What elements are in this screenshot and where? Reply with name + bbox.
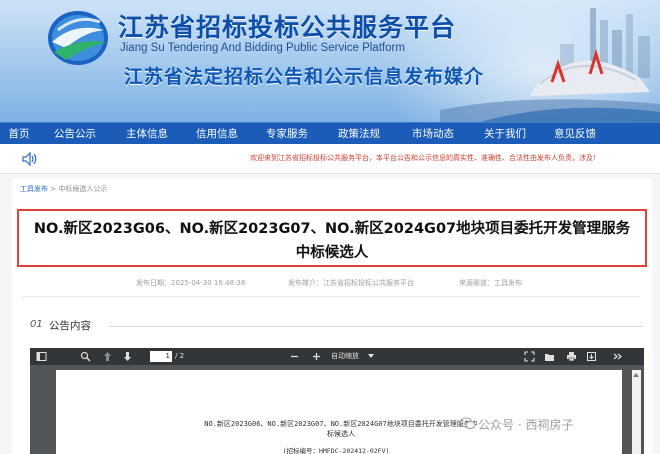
site-title: 江苏省招标投标公共服务平台 xyxy=(118,13,457,42)
page-title-line1: NO.新区2023G06、NO.新区2023G07、NO.新区2024G07地块… xyxy=(33,221,631,237)
breadcrumb-root[interactable]: 工具发布 xyxy=(20,185,48,193)
site-banner: 江苏省招标投标公共服务平台 Jiang Su Tendering And Bid… xyxy=(0,0,660,122)
publish-platform: 发布媒介：江苏省招标投标公共服务平台 xyxy=(288,278,414,288)
publish-date-value: 2025-04-30 16:48:38 xyxy=(171,279,246,287)
pdf-page[interactable]: NO.新区2023G06、NO.新区2023G07、NO.新区2024G07地块… xyxy=(56,370,622,454)
pdf-toolbar: 1 / 2 自动缩放 xyxy=(30,348,644,365)
pdf-scrollbar[interactable] xyxy=(632,370,641,454)
speaker-icon xyxy=(22,152,37,166)
pdf-tender-code: (招标编号：HMFDC-202412-02FV) xyxy=(282,447,390,454)
publish-source: 来源渠道：工具发布 xyxy=(459,278,522,288)
content-card: 工具发布 > 中标候选人公示 NO.新区2023G06、NO.新区2023G07… xyxy=(12,178,652,454)
page: 江苏省招标投标公共服务平台 Jiang Su Tendering And Bid… xyxy=(0,0,660,454)
publish-source-value: 工具发布 xyxy=(494,279,522,287)
site-subtitle: Jiang Su Tendering And Bidding Public Se… xyxy=(120,42,405,54)
nav-item-home[interactable]: 首页 xyxy=(0,123,38,145)
zoom-in-icon[interactable] xyxy=(311,351,322,362)
publish-platform-label: 发布媒介： xyxy=(288,279,323,287)
page-total: / 2 xyxy=(175,352,185,360)
nav-item-entity-info[interactable]: 主体信息 xyxy=(112,123,182,145)
main-nav: 首页 公告公示 主体信息 信用信息 专家服务 政策法规 市场动态 关于我们 意见… xyxy=(0,122,660,144)
nav-item-expert-service[interactable]: 专家服务 xyxy=(252,123,322,145)
pdf-title-line2: 标候选人 xyxy=(327,430,355,438)
page-title: NO.新区2023G06、NO.新区2023G07、NO.新区2024G07地块… xyxy=(19,217,645,265)
fullscreen-icon[interactable] xyxy=(524,351,535,362)
nav-item-about-us[interactable]: 关于我们 xyxy=(470,123,540,145)
publish-source-label: 来源渠道： xyxy=(459,279,494,287)
platform-logo-icon[interactable] xyxy=(44,8,112,68)
notice-bar: 欢迎来到江苏省招标投标公共服务平台，本平台公告和公示信息的真实性、准确性、合法性… xyxy=(0,144,660,174)
next-page-icon[interactable] xyxy=(122,351,133,362)
city-skyline-illustration xyxy=(440,8,660,122)
find-search-icon[interactable] xyxy=(80,351,91,362)
nav-item-market-news[interactable]: 市场动态 xyxy=(396,123,470,145)
page-number-input[interactable]: 1 xyxy=(150,351,172,362)
breadcrumb: 工具发布 > 中标候选人公示 xyxy=(20,184,107,194)
publish-date: 发布日期：2025-04-30 16:48:38 xyxy=(136,278,245,288)
zoom-select[interactable]: 自动缩放 xyxy=(331,351,359,362)
nav-item-feedback[interactable]: 意见反馈 xyxy=(540,123,610,145)
watermark-text: 公众号 · 西祠房子 xyxy=(478,418,574,432)
more-tools-icon[interactable] xyxy=(612,351,623,362)
pdf-viewer: 1 / 2 自动缩放 NO.新区2023G06、NO.新区2023G07、NO.… xyxy=(30,348,644,454)
nav-item-announcements[interactable]: 公告公示 xyxy=(38,123,112,145)
site-slogan: 江苏省法定招标公告和公示信息发布媒介 xyxy=(124,66,485,88)
zoom-chevron-down-icon[interactable] xyxy=(368,354,374,358)
nav-item-policy[interactable]: 政策法规 xyxy=(322,123,396,145)
breadcrumb-separator: > xyxy=(48,185,59,193)
highlighted-title-box: NO.新区2023G06、NO.新区2023G07、NO.新区2024G07地块… xyxy=(17,209,647,267)
print-icon[interactable] xyxy=(566,351,577,362)
notice-text: 欢迎来到江苏省招标投标公共服务平台，本平台公告和公示信息的真实性、准确性、合法性… xyxy=(250,154,596,162)
scroll-up-arrow-icon[interactable] xyxy=(633,373,639,377)
pdf-title-line1: NO.新区2023G06、NO.新区2023G07、NO.新区2024G07地块… xyxy=(204,420,478,428)
section-title: 公告内容 xyxy=(49,320,91,332)
pdf-document-title: NO.新区2023G06、NO.新区2023G07、NO.新区2024G07地块… xyxy=(176,419,506,439)
section-number: 01 xyxy=(30,319,43,330)
nav-item-credit-info[interactable]: 信用信息 xyxy=(182,123,252,145)
open-file-icon[interactable] xyxy=(544,351,555,362)
wechat-watermark-icon xyxy=(460,417,476,430)
meta-divider xyxy=(22,296,640,297)
publish-platform-value: 江苏省招标投标公共服务平台 xyxy=(323,279,414,287)
zoom-out-icon[interactable] xyxy=(289,351,300,362)
sidebar-toggle-icon[interactable] xyxy=(36,351,47,362)
page-title-line2: 中标候选人 xyxy=(295,245,369,261)
download-icon[interactable] xyxy=(586,351,597,362)
previous-page-icon[interactable] xyxy=(102,351,113,362)
publish-date-label: 发布日期： xyxy=(136,279,171,287)
section-rule xyxy=(108,326,644,327)
breadcrumb-current[interactable]: 中标候选人公示 xyxy=(58,185,107,193)
